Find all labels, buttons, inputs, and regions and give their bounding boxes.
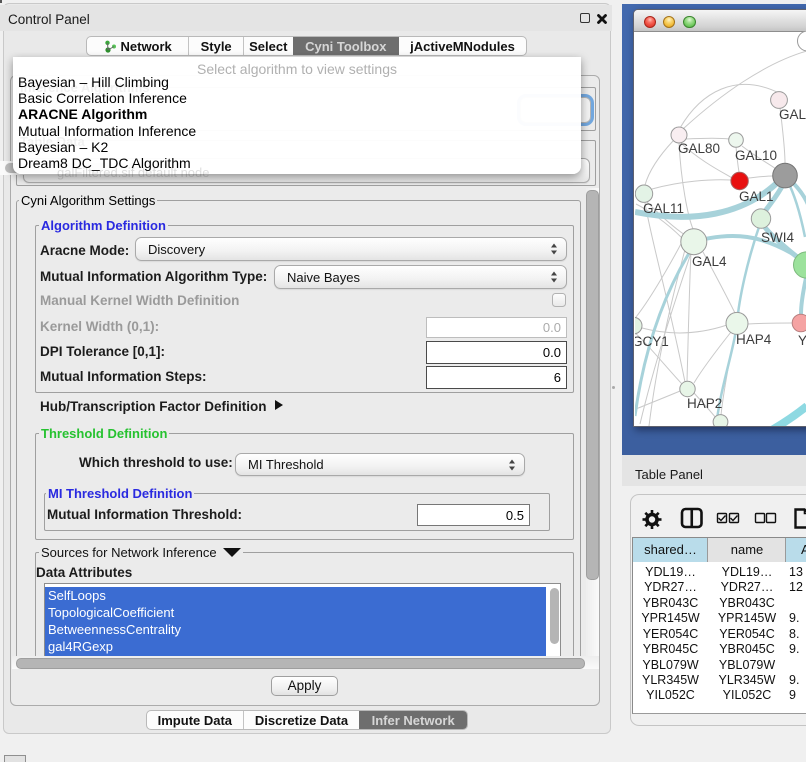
svg-text:GAL80: GAL80	[678, 141, 720, 156]
svg-text:GAL: GAL	[779, 107, 806, 122]
svg-text:GCY1: GCY1	[635, 334, 669, 349]
svg-text:SWI4: SWI4	[761, 230, 794, 245]
svg-text:GAL1: GAL1	[739, 189, 774, 204]
svg-text:Y: Y	[798, 333, 806, 348]
svg-text:GAL11: GAL11	[643, 201, 684, 216]
svg-text:HAP4: HAP4	[736, 332, 772, 347]
svg-text:HAP2: HAP2	[687, 396, 722, 411]
svg-text:GAL10: GAL10	[735, 148, 777, 163]
svg-text:GAL4: GAL4	[692, 254, 727, 269]
